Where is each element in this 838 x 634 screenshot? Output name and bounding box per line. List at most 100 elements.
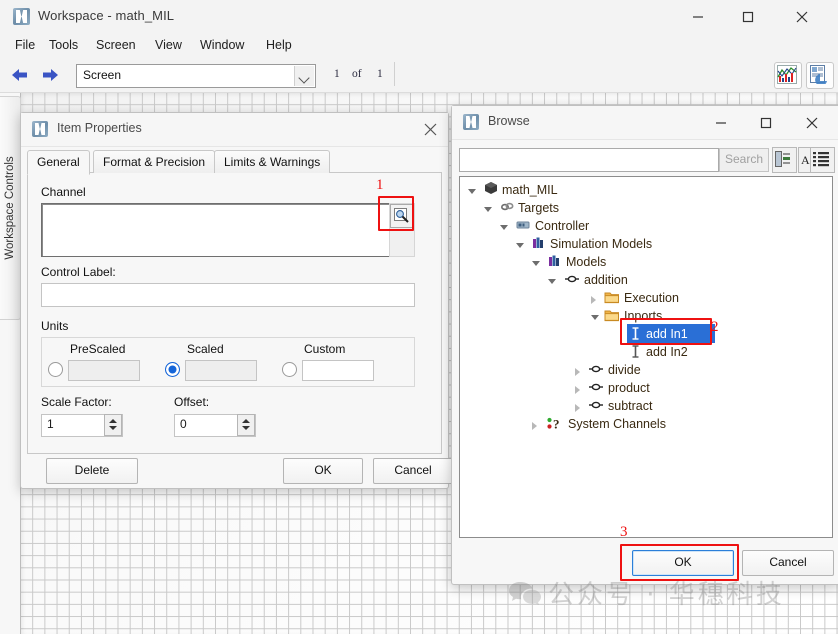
models-icon: [532, 236, 546, 253]
tab-format-precision[interactable]: Format & Precision: [93, 150, 216, 174]
report-tool-icon[interactable]: [806, 62, 834, 89]
browse-minimize-button[interactable]: [700, 106, 742, 139]
annotation-number-3: 3: [620, 524, 628, 540]
menu-view[interactable]: View: [150, 37, 187, 53]
units-custom-label: Custom: [304, 342, 346, 356]
screen-select-value: Screen: [83, 68, 122, 82]
watermark: 公众号 · 华穗科技: [508, 574, 828, 610]
delete-button[interactable]: Delete: [46, 458, 138, 484]
tab-general[interactable]: General: [27, 150, 90, 175]
block-icon: [588, 399, 604, 414]
wechat-icon: [508, 580, 542, 606]
tree-label: product: [608, 381, 650, 395]
item-properties-ok-button[interactable]: OK: [283, 458, 363, 484]
menu-tools[interactable]: Tools: [44, 37, 83, 53]
stepper-up-icon[interactable]: [242, 419, 250, 423]
annotation-box-1: [378, 196, 414, 231]
browse-cancel-button[interactable]: Cancel: [742, 550, 834, 576]
screen-select[interactable]: Screen: [76, 64, 316, 88]
control-label-caption: Control Label:: [41, 265, 116, 279]
channel-input[interactable]: [41, 203, 391, 257]
units-scaled-input: [185, 360, 257, 381]
app-logo-icon: [13, 8, 30, 25]
scale-factor-stepper[interactable]: [104, 414, 122, 436]
units-label: Units: [41, 319, 69, 333]
annotation-number-2: 2: [711, 319, 719, 335]
stepper-up-icon[interactable]: [109, 419, 117, 423]
arrow-right-icon[interactable]: [38, 65, 62, 85]
menubar: File Tools Screen View Window Help: [0, 33, 838, 58]
menu-screen[interactable]: Screen: [91, 37, 141, 53]
app-logo-icon: [32, 121, 48, 137]
search-button[interactable]: Search: [719, 148, 769, 172]
window-title: Workspace - math_MIL: [38, 8, 175, 23]
list-view-icon[interactable]: [810, 147, 835, 173]
tree-label: Controller: [535, 219, 590, 233]
units-scaled-radio[interactable]: [165, 362, 180, 377]
targets-icon: [500, 200, 514, 217]
workspace-controls-tab[interactable]: Workspace Controls: [0, 96, 21, 320]
browse-tree[interactable]: math_MIL Targets Controller Simulation M…: [459, 176, 833, 538]
units-prescaled-radio[interactable]: [48, 362, 63, 377]
units-prescaled-input: [68, 360, 140, 381]
menu-help[interactable]: Help: [261, 37, 297, 53]
tab-limits-warnings[interactable]: Limits & Warnings: [214, 150, 331, 174]
block-icon: [588, 381, 604, 396]
tree-view-icon[interactable]: [772, 147, 797, 173]
item-properties-title: Item Properties: [57, 121, 142, 135]
units-custom-input[interactable]: [302, 360, 374, 381]
tree-label: System Channels: [568, 417, 666, 431]
annotation-number-1: 1: [376, 177, 384, 193]
tree-label: Targets: [518, 201, 559, 215]
units-custom-radio[interactable]: [282, 362, 297, 377]
folder-icon: [604, 291, 620, 307]
chart-tool-icon[interactable]: [774, 62, 802, 89]
tree-label: add In2: [646, 345, 688, 359]
toolbar-separator: [394, 62, 395, 86]
arrow-left-icon[interactable]: [8, 65, 32, 85]
models-icon: [548, 254, 562, 271]
channel-label: Channel: [41, 185, 86, 199]
page-total: 1: [377, 68, 383, 80]
app-window: Workspace - math_MIL File Tools Screen V…: [0, 0, 838, 634]
browse-maximize-button[interactable]: [745, 106, 787, 139]
tree-label: Simulation Models: [550, 237, 653, 251]
workspace-controls-label: Workspace Controls: [4, 156, 16, 260]
page-current: 1: [334, 68, 340, 80]
search-input[interactable]: [459, 148, 719, 172]
block-icon: [588, 363, 604, 378]
tree-label: addition: [584, 273, 628, 287]
browse-dialog: Browse Search A math_MIL Targets Control…: [451, 105, 838, 585]
block-icon: [564, 273, 580, 288]
units-groupbox: PreScaled Scaled Custom: [41, 337, 415, 387]
svg-text:A: A: [801, 153, 810, 167]
window-minimize-button[interactable]: [675, 0, 721, 33]
item-properties-dialog: Item Properties General Format & Precisi…: [20, 112, 453, 489]
item-properties-close-button[interactable]: [420, 119, 442, 141]
browse-close-button[interactable]: [791, 106, 833, 139]
item-properties-tabstrip: General Format & Precision Limits & Warn…: [27, 150, 442, 175]
stepper-down-icon[interactable]: [109, 426, 117, 430]
offset-label: Offset:: [174, 395, 210, 409]
svg-text:?: ?: [553, 417, 560, 432]
menu-file[interactable]: File: [10, 37, 40, 53]
offset-stepper[interactable]: [237, 414, 255, 436]
tree-label: math_MIL: [502, 183, 558, 197]
cube-icon: [484, 181, 498, 198]
folder-icon: [604, 309, 620, 325]
control-label-input[interactable]: [41, 283, 415, 307]
annotation-box-2: [620, 318, 712, 345]
tree-label: Models: [566, 255, 607, 269]
stepper-down-icon[interactable]: [242, 426, 250, 430]
tree-label: divide: [608, 363, 641, 377]
chevron-down-icon[interactable]: [294, 66, 314, 86]
window-close-button[interactable]: [779, 0, 825, 33]
units-scaled-label: Scaled: [187, 342, 224, 356]
tree-label: subtract: [608, 399, 653, 413]
tree-label: Execution: [624, 291, 679, 305]
window-titlebar: Workspace - math_MIL: [0, 0, 838, 33]
window-maximize-button[interactable]: [725, 0, 771, 33]
menu-window[interactable]: Window: [195, 37, 249, 53]
browse-title: Browse: [488, 114, 530, 128]
item-properties-cancel-button[interactable]: Cancel: [373, 458, 453, 484]
